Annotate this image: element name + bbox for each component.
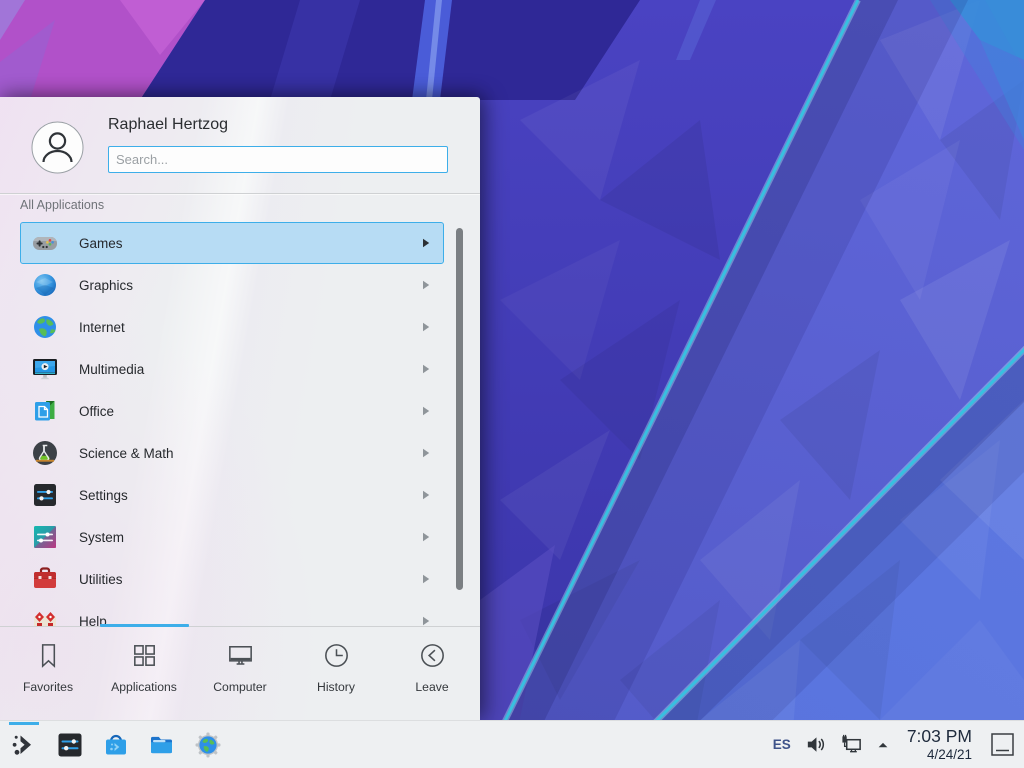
category-multimedia[interactable]: Multimedia: [20, 348, 444, 390]
category-list: Games Graphics Internet Multimedia Office Sci…: [0, 222, 480, 626]
science-flask-icon: [31, 439, 59, 467]
network-icon[interactable]: [840, 733, 863, 756]
application-launcher-button[interactable]: [10, 731, 38, 759]
show-desktop-button[interactable]: [989, 731, 1016, 758]
digital-clock[interactable]: 7:03 PM 4/24/21: [907, 728, 972, 762]
kickoff-icon: [10, 731, 38, 759]
scrollbar-thumb[interactable]: [456, 228, 463, 590]
tab-label: Leave: [415, 680, 448, 694]
gamepad-icon: [31, 229, 59, 257]
category-internet[interactable]: Internet: [20, 306, 444, 348]
category-graphics[interactable]: Graphics: [20, 264, 444, 306]
multimedia-monitor-icon: [31, 355, 59, 383]
discover-bag-icon: [102, 731, 130, 759]
clock-icon: [321, 640, 352, 671]
category-settings[interactable]: Settings: [20, 474, 444, 516]
clock-time: 7:03 PM: [907, 728, 972, 746]
web-browser-button[interactable]: [194, 731, 222, 759]
tab-label: Favorites: [23, 680, 73, 694]
settings-dark-icon: [56, 731, 84, 759]
volume-icon[interactable]: [804, 733, 827, 756]
tab-label: Computer: [213, 680, 267, 694]
header-divider: [0, 193, 480, 194]
help-icon: [31, 607, 59, 626]
category-label: Settings: [79, 488, 422, 503]
tab-applications[interactable]: Applications: [96, 629, 192, 720]
application-launcher-menu: Raphael Hertzog All Applications Games Gr…: [0, 97, 480, 720]
keyboard-layout-indicator[interactable]: ES: [773, 737, 791, 752]
tab-favorites[interactable]: Favorites: [0, 629, 96, 720]
taskbar-app-icons: [0, 731, 222, 759]
tab-leave[interactable]: Leave: [384, 629, 480, 720]
category-label: Graphics: [79, 278, 422, 293]
file-manager-button[interactable]: [148, 731, 176, 759]
tab-computer[interactable]: Computer: [192, 629, 288, 720]
category-label: Multimedia: [79, 362, 422, 377]
category-games[interactable]: Games: [20, 222, 444, 264]
discover-button[interactable]: [102, 731, 130, 759]
desktop: Raphael Hertzog All Applications Games Gr…: [0, 0, 1024, 768]
submenu-arrow-icon: [422, 574, 430, 584]
submenu-arrow-icon: [422, 280, 430, 290]
active-task-indicator: [9, 722, 39, 725]
launcher-tabbar: Favorites Applications Computer History Leav…: [0, 629, 480, 720]
user-avatar-icon[interactable]: [31, 121, 84, 174]
category-office[interactable]: Office: [20, 390, 444, 432]
active-tab-indicator: [100, 624, 189, 627]
submenu-arrow-icon: [422, 322, 430, 332]
category-label: Internet: [79, 320, 422, 335]
submenu-arrow-icon: [422, 364, 430, 374]
system-tray: ES 7:03 PM 4/24/21: [773, 728, 1024, 762]
grid-icon: [129, 640, 160, 671]
system-settings-button[interactable]: [56, 731, 84, 759]
category-label: System: [79, 530, 422, 545]
paint-sphere-icon: [31, 271, 59, 299]
category-label: Science & Math: [79, 446, 422, 461]
category-label: Utilities: [79, 572, 422, 587]
folder-icon: [148, 731, 176, 759]
category-label: Games: [79, 236, 422, 251]
user-name: Raphael Hertzog: [108, 116, 228, 134]
category-label: Office: [79, 404, 422, 419]
utilities-toolbox-icon: [31, 565, 59, 593]
taskbar: ES 7:03 PM 4/24/21: [0, 720, 1024, 768]
settings-sliders-icon: [31, 481, 59, 509]
tabbar-divider: [0, 626, 480, 627]
expand-tray-caret-icon[interactable]: [876, 738, 890, 752]
submenu-arrow-icon: [422, 616, 430, 626]
globe-icon: [31, 313, 59, 341]
search-input[interactable]: [108, 146, 448, 173]
monitor-icon: [225, 640, 256, 671]
category-help[interactable]: Help: [20, 600, 444, 626]
submenu-arrow-icon: [422, 238, 430, 248]
tab-label: Applications: [111, 680, 177, 694]
office-document-icon: [31, 397, 59, 425]
category-science-math[interactable]: Science & Math: [20, 432, 444, 474]
submenu-arrow-icon: [422, 448, 430, 458]
tab-label: History: [317, 680, 355, 694]
system-sliders-icon: [31, 523, 59, 551]
leave-icon: [417, 640, 448, 671]
clock-date: 4/24/21: [907, 748, 972, 762]
category-utilities[interactable]: Utilities: [20, 558, 444, 600]
tab-history[interactable]: History: [288, 629, 384, 720]
submenu-arrow-icon: [422, 490, 430, 500]
category-system[interactable]: System: [20, 516, 444, 558]
submenu-arrow-icon: [422, 406, 430, 416]
bookmark-icon: [33, 640, 64, 671]
globe-gear-icon: [194, 731, 222, 759]
submenu-arrow-icon: [422, 532, 430, 542]
section-label: All Applications: [20, 198, 104, 212]
